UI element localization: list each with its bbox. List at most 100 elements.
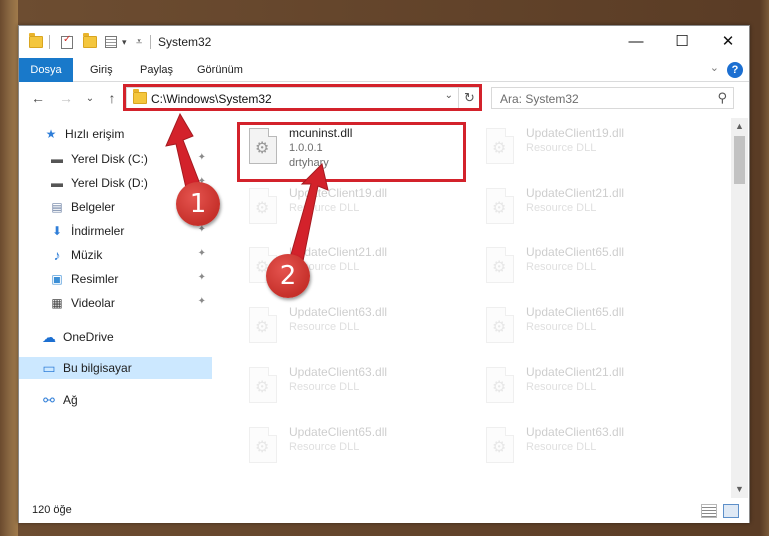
file-item[interactable]: ⚙ UpdateClient65.dll Resource DLL [241, 419, 471, 479]
up-button[interactable]: ↑ [103, 89, 121, 107]
address-highlight-box [123, 84, 482, 111]
dll-file-icon: ⚙ [486, 128, 514, 164]
file-item[interactable]: ⚙ UpdateClient63.dll Resource DLL [241, 359, 471, 419]
file-item[interactable]: ⚙ UpdateClient63.dll Resource DLL [241, 299, 471, 359]
sidebar-item-local-disk-c[interactable]: ▬ Yerel Disk (C:) ✦ [19, 148, 212, 170]
scroll-up-icon[interactable]: ▲ [731, 118, 748, 135]
new-folder-icon[interactable] [83, 33, 97, 51]
scroll-down-icon[interactable]: ▼ [731, 481, 748, 498]
help-icon[interactable]: ? [727, 62, 743, 78]
dll-file-icon: ⚙ [249, 307, 277, 343]
sidebar-item-label: Bu bilgisayar [63, 361, 132, 375]
close-button[interactable]: ✕ [705, 26, 751, 56]
pin-icon[interactable]: ✦ [198, 152, 206, 163]
file-item[interactable]: ⚙ UpdateClient19.dll Resource DLL [241, 180, 471, 240]
ribbon-collapse-icon[interactable]: ⌄ [710, 61, 719, 74]
file-description: Resource DLL [289, 381, 360, 393]
file-item[interactable]: ⚙ UpdateClient21.dll Resource DLL [478, 359, 708, 419]
tab-home[interactable]: Giriş [90, 58, 113, 82]
sidebar-item-pictures[interactable]: ▣ Resimler ✦ [19, 268, 212, 290]
item-count: 120 öğe [32, 504, 72, 516]
forward-button[interactable]: → [57, 89, 75, 107]
file-item[interactable]: ⚙ UpdateClient65.dll Resource DLL [478, 239, 708, 299]
sidebar-item-downloads[interactable]: ⬇ İndirmeler ✦ [19, 220, 212, 242]
sidebar-item-label: İndirmeler [71, 224, 125, 238]
search-icon[interactable]: ⚲ [717, 90, 727, 106]
scroll-thumb[interactable] [734, 136, 745, 184]
file-description: Resource DLL [289, 202, 360, 214]
cloud-icon: ☁ [42, 328, 56, 345]
tab-share[interactable]: Paylaş [140, 58, 173, 82]
properties-icon[interactable]: ✓ [61, 33, 73, 51]
divider [150, 33, 151, 51]
file-name: UpdateClient21.dll [526, 365, 625, 379]
drive-icon: ▬ [51, 176, 63, 190]
recent-locations-button[interactable]: ⌄ [81, 89, 99, 107]
sidebar-item-network[interactable]: ⚯ Ağ [19, 389, 212, 411]
pin-icon[interactable]: ✦ [198, 248, 206, 259]
pin-icon[interactable]: ✦ [198, 272, 206, 283]
title-bar: ✓ ▾ ⩡ System32 — ☐ ✕ [19, 26, 749, 58]
tab-view[interactable]: Görünüm [197, 58, 243, 82]
file-item[interactable]: ⚙ UpdateClient65.dll Resource DLL [478, 299, 708, 359]
file-name: UpdateClient21.dll [526, 186, 625, 200]
tiles-view-icon[interactable] [723, 504, 739, 518]
file-description: Resource DLL [526, 441, 597, 453]
dll-file-icon: ⚙ [249, 367, 277, 403]
dll-file-icon: ⚙ [486, 427, 514, 463]
qa-customize-dropdown-icon[interactable]: ▾ [122, 33, 127, 51]
dll-file-icon: ⚙ [249, 427, 277, 463]
sidebar-item-this-pc[interactable]: ▭ Bu bilgisayar [19, 357, 212, 379]
sidebar-item-label: Yerel Disk (D:) [71, 176, 148, 190]
folder-icon [29, 33, 43, 51]
maximize-button[interactable]: ☐ [659, 26, 705, 56]
sidebar-item-music[interactable]: ♪ Müzik ✦ [19, 244, 212, 266]
network-icon: ⚯ [43, 391, 55, 408]
sidebar-item-label: Resimler [71, 272, 119, 286]
documents-icon: ▤ [51, 200, 63, 214]
pictures-icon: ▣ [51, 272, 63, 286]
back-button[interactable]: ← [29, 89, 47, 107]
file-name: UpdateClient65.dll [526, 245, 625, 259]
file-description: Resource DLL [289, 441, 360, 453]
sidebar-item-label: Ağ [63, 393, 78, 407]
file-name: UpdateClient19.dll [526, 126, 625, 140]
dll-file-icon: ⚙ [249, 188, 277, 224]
dll-file-icon: ⚙ [486, 247, 514, 283]
star-icon: ★ [45, 127, 57, 141]
sidebar-item-label: Videolar [71, 296, 115, 310]
vertical-scrollbar[interactable]: ▲ ▼ [731, 118, 748, 498]
sidebar-item-onedrive[interactable]: ☁ OneDrive [19, 326, 212, 348]
details-view-icon[interactable] [701, 504, 717, 518]
file-name: UpdateClient63.dll [526, 425, 625, 439]
sidebar-item-videos[interactable]: ▦ Videolar ✦ [19, 292, 212, 314]
status-bar: 120 öğe [19, 499, 749, 523]
rename-icon[interactable] [105, 33, 117, 51]
file-item[interactable]: ⚙ UpdateClient63.dll Resource DLL [478, 419, 708, 479]
minimize-button[interactable]: — [613, 26, 659, 56]
file-name: UpdateClient65.dll [289, 425, 388, 439]
search-input[interactable]: Ara: System32 ⚲ [491, 87, 734, 109]
step-badge-2: 2 [266, 254, 310, 298]
sidebar-item-label: OneDrive [63, 330, 114, 344]
qa-menu-icon[interactable]: ⩡ [136, 33, 142, 51]
file-item[interactable]: ⚙ UpdateClient19.dll Resource DLL [478, 120, 708, 180]
file-name: UpdateClient63.dll [289, 365, 388, 379]
drive-icon: ▬ [51, 152, 63, 166]
address-row: ← → ⌄ ↑ C:\Windows\System32 ⌄ ↻ Ara: Sys… [19, 83, 749, 115]
dll-file-icon: ⚙ [486, 307, 514, 343]
pin-icon[interactable]: ✦ [198, 296, 206, 307]
download-icon: ⬇ [51, 224, 63, 238]
sidebar-item-label: Yerel Disk (C:) [71, 152, 148, 166]
file-description: Resource DLL [526, 142, 597, 154]
navigation-pane: ★ Hızlı erişim ▬ Yerel Disk (C:) ✦ ▬ Yer… [19, 118, 212, 498]
tab-file[interactable]: Dosya [19, 58, 73, 82]
computer-icon: ▭ [42, 359, 56, 376]
file-description: Resource DLL [526, 261, 597, 273]
sidebar-item-quick-access[interactable]: ★ Hızlı erişim [19, 123, 212, 145]
file-name: UpdateClient63.dll [289, 305, 388, 319]
window-title: System32 [158, 35, 212, 49]
file-description: Resource DLL [526, 202, 597, 214]
file-item[interactable]: ⚙ UpdateClient21.dll Resource DLL [478, 180, 708, 240]
file-highlight-box [237, 122, 466, 182]
